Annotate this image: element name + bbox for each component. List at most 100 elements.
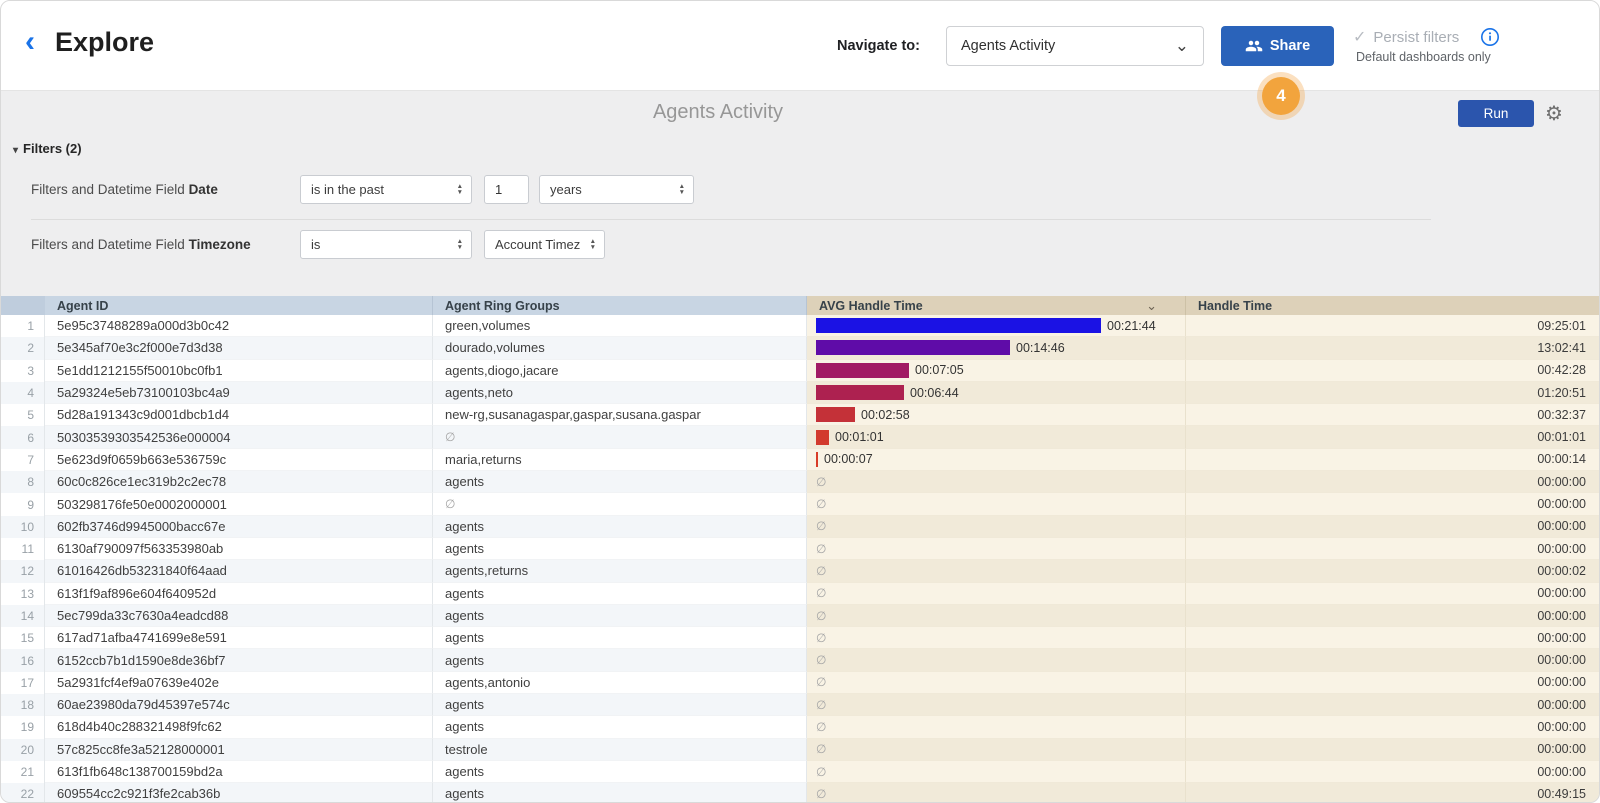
- avg-handle-time-cell[interactable]: ∅: [807, 471, 1186, 494]
- avg-handle-time-cell[interactable]: ∅: [807, 515, 1186, 538]
- agent-id-cell[interactable]: 602fb3746d9945000bacc67e: [45, 515, 433, 538]
- agent-id-cell[interactable]: 50303539303542536e000004: [45, 426, 433, 449]
- agent-id-cell[interactable]: 5a29324e5eb73100103bc4a9: [45, 381, 433, 405]
- agent-id-header[interactable]: Agent ID: [45, 296, 433, 315]
- ring-groups-cell[interactable]: agents: [433, 694, 807, 717]
- ring-groups-header[interactable]: Agent Ring Groups: [433, 296, 807, 315]
- navigate-to-dropdown[interactable]: Agents Activity ⌄: [946, 26, 1204, 66]
- avg-handle-time-cell[interactable]: 00:21:44: [807, 315, 1186, 338]
- agent-id-cell[interactable]: 5ec799da33c7630a4eadcd88: [45, 604, 433, 628]
- date-operator-select[interactable]: is in the past ▲ ▼: [300, 175, 472, 204]
- avg-handle-time-cell[interactable]: 00:00:07: [807, 448, 1186, 472]
- avg-handle-time-cell[interactable]: ∅: [807, 649, 1186, 672]
- handle-time-cell[interactable]: 09:25:01: [1186, 315, 1599, 338]
- handle-time-cell[interactable]: 00:00:00: [1186, 515, 1599, 538]
- timezone-value-select[interactable]: Account Timez ▲ ▼: [484, 230, 605, 259]
- filters-section-toggle[interactable]: ▾ Filters (2): [13, 141, 82, 156]
- avg-handle-time-cell[interactable]: 00:01:01: [807, 426, 1186, 449]
- ring-groups-cell[interactable]: agents: [433, 537, 807, 561]
- avg-handle-time-cell[interactable]: ∅: [807, 671, 1186, 695]
- gear-icon[interactable]: ⚙: [1545, 101, 1563, 126]
- handle-time-cell[interactable]: 00:00:00: [1186, 537, 1599, 561]
- ring-groups-cell[interactable]: agents: [433, 783, 807, 802]
- handle-time-header[interactable]: Handle Time: [1186, 296, 1599, 315]
- handle-time-cell[interactable]: 00:01:01: [1186, 426, 1599, 449]
- avg-handle-time-cell[interactable]: ∅: [807, 716, 1186, 739]
- timezone-operator-select[interactable]: is ▲ ▼: [300, 230, 472, 259]
- agent-id-cell[interactable]: 5a2931fcf4ef9a07639e402e: [45, 671, 433, 695]
- ring-groups-cell[interactable]: maria,returns: [433, 448, 807, 472]
- avg-handle-time-cell[interactable]: ∅: [807, 694, 1186, 717]
- ring-groups-cell[interactable]: agents: [433, 582, 807, 605]
- handle-time-cell[interactable]: 00:42:28: [1186, 359, 1599, 382]
- agent-id-cell[interactable]: 617ad71afba4741699e8e591: [45, 627, 433, 650]
- handle-time-cell[interactable]: 00:00:00: [1186, 582, 1599, 605]
- ring-groups-cell[interactable]: agents: [433, 627, 807, 650]
- ring-groups-cell[interactable]: agents: [433, 760, 807, 784]
- agent-id-cell[interactable]: 5e623d9f0659b663e536759c: [45, 448, 433, 472]
- agent-id-cell[interactable]: 5d28a191343c9d001dbcb1d4: [45, 404, 433, 427]
- date-amount-input[interactable]: [484, 175, 529, 204]
- ring-groups-cell[interactable]: agents: [433, 471, 807, 494]
- agent-id-cell[interactable]: 6152ccb7b1d1590e8de36bf7: [45, 649, 433, 672]
- avg-handle-time-cell[interactable]: ∅: [807, 627, 1186, 650]
- avg-handle-time-cell[interactable]: ∅: [807, 783, 1186, 802]
- ring-groups-cell[interactable]: new-rg,susanagaspar,gaspar,susana.gaspar: [433, 404, 807, 427]
- avg-handle-time-cell[interactable]: ∅: [807, 493, 1186, 516]
- ring-groups-cell[interactable]: ∅: [433, 426, 807, 449]
- ring-groups-cell[interactable]: agents,neto: [433, 381, 807, 405]
- handle-time-cell[interactable]: 00:00:00: [1186, 604, 1599, 628]
- avg-handle-time-cell[interactable]: 00:07:05: [807, 359, 1186, 382]
- agent-id-cell[interactable]: 6130af790097f563353980ab: [45, 537, 433, 561]
- avg-handle-time-cell[interactable]: 00:02:58: [807, 404, 1186, 427]
- avg-handle-time-cell[interactable]: ∅: [807, 537, 1186, 561]
- agent-id-cell[interactable]: 5e1dd1212155f50010bc0fb1: [45, 359, 433, 382]
- handle-time-cell[interactable]: 00:00:00: [1186, 627, 1599, 650]
- handle-time-cell[interactable]: 00:00:02: [1186, 560, 1599, 583]
- agent-id-cell[interactable]: 613f1fb648c138700159bd2a: [45, 760, 433, 784]
- handle-time-cell[interactable]: 00:00:00: [1186, 738, 1599, 761]
- avg-handle-time-cell[interactable]: ∅: [807, 738, 1186, 761]
- ring-groups-cell[interactable]: ∅: [433, 493, 807, 516]
- share-button[interactable]: Share: [1221, 26, 1334, 66]
- agent-id-cell[interactable]: 61016426db53231840f64aad: [45, 560, 433, 583]
- avg-handle-time-cell[interactable]: ∅: [807, 760, 1186, 784]
- avg-handle-time-header[interactable]: AVG Handle Time ⌄: [807, 296, 1186, 315]
- handle-time-cell[interactable]: 00:00:00: [1186, 716, 1599, 739]
- ring-groups-cell[interactable]: testrole: [433, 738, 807, 761]
- ring-groups-cell[interactable]: agents,returns: [433, 560, 807, 583]
- avg-handle-time-cell[interactable]: 00:14:46: [807, 337, 1186, 360]
- avg-handle-time-cell[interactable]: 00:06:44: [807, 381, 1186, 405]
- agent-id-cell[interactable]: 57c825cc8fe3a52128000001: [45, 738, 433, 761]
- handle-time-cell[interactable]: 00:00:00: [1186, 471, 1599, 494]
- avg-handle-time-cell[interactable]: ∅: [807, 560, 1186, 583]
- ring-groups-cell[interactable]: agents,antonio: [433, 671, 807, 695]
- date-unit-select[interactable]: years ▲ ▼: [539, 175, 694, 204]
- agent-id-cell[interactable]: 60ae23980da79d45397e574c: [45, 694, 433, 717]
- info-icon[interactable]: [1480, 27, 1500, 52]
- ring-groups-cell[interactable]: agents: [433, 649, 807, 672]
- handle-time-cell[interactable]: 13:02:41: [1186, 337, 1599, 360]
- handle-time-cell[interactable]: 00:00:00: [1186, 493, 1599, 516]
- ring-groups-cell[interactable]: agents: [433, 716, 807, 739]
- run-button[interactable]: Run: [1458, 100, 1534, 127]
- persist-filters-toggle[interactable]: ✓ Persist filters: [1353, 27, 1459, 47]
- ring-groups-cell[interactable]: green,volumes: [433, 315, 807, 338]
- agent-id-cell[interactable]: 5e95c37488289a000d3b0c42: [45, 315, 433, 338]
- handle-time-cell[interactable]: 00:49:15: [1186, 783, 1599, 802]
- agent-id-cell[interactable]: 5e345af70e3c2f000e7d3d38: [45, 337, 433, 360]
- handle-time-cell[interactable]: 00:00:00: [1186, 649, 1599, 672]
- avg-handle-time-cell[interactable]: ∅: [807, 582, 1186, 605]
- agent-id-cell[interactable]: 503298176fe50e0002000001: [45, 493, 433, 516]
- handle-time-cell[interactable]: 00:32:37: [1186, 404, 1599, 427]
- handle-time-cell[interactable]: 00:00:00: [1186, 760, 1599, 784]
- handle-time-cell[interactable]: 01:20:51: [1186, 381, 1599, 405]
- agent-id-cell[interactable]: 609554cc2c921f3fe2cab36b: [45, 783, 433, 802]
- ring-groups-cell[interactable]: dourado,volumes: [433, 337, 807, 360]
- ring-groups-cell[interactable]: agents,diogo,jacare: [433, 359, 807, 382]
- agent-id-cell[interactable]: 613f1f9af896e604f640952d: [45, 582, 433, 605]
- agent-id-cell[interactable]: 618d4b40c288321498f9fc62: [45, 716, 433, 739]
- ring-groups-cell[interactable]: agents: [433, 604, 807, 628]
- handle-time-cell[interactable]: 00:00:00: [1186, 671, 1599, 695]
- ring-groups-cell[interactable]: agents: [433, 515, 807, 538]
